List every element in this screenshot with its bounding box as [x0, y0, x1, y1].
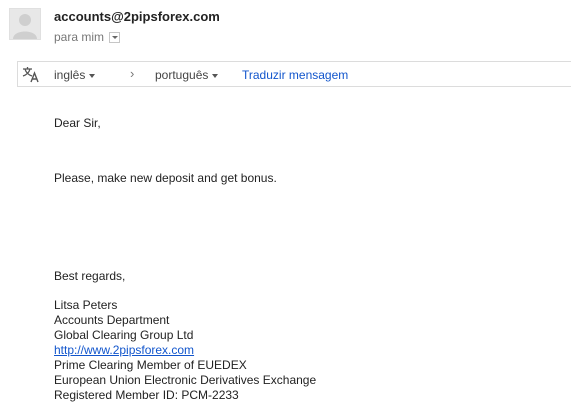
- greeting: Dear Sir,: [54, 116, 101, 130]
- signature-name: Litsa Peters: [54, 298, 118, 312]
- recipient-label: para mim: [54, 30, 105, 44]
- avatar-placeholder-icon: [13, 14, 37, 39]
- caret-down-icon: [89, 73, 96, 78]
- target-language-label: português: [155, 68, 209, 82]
- translate-icon: [22, 67, 39, 83]
- source-language-select[interactable]: inglês: [54, 68, 96, 82]
- chevron-down-icon[interactable]: [109, 31, 121, 43]
- signature-department: Accounts Department: [54, 313, 170, 327]
- caret-down-icon: [212, 73, 219, 78]
- message-body: Please, make new deposit and get bonus.: [54, 171, 277, 185]
- target-language-select[interactable]: português: [155, 68, 219, 82]
- chevron-right-icon: ›: [130, 66, 135, 81]
- signature-membership: Prime Clearing Member of EUEDEX: [54, 358, 247, 372]
- signature-company: Global Clearing Group Ltd: [54, 328, 194, 342]
- signature-member-id: Registered Member ID: PCM-2233: [54, 388, 239, 402]
- signature-block: Litsa Peters Accounts Department Global …: [54, 298, 316, 403]
- translate-message-link[interactable]: Traduzir mensagem: [242, 68, 348, 82]
- sender-avatar[interactable]: [9, 8, 41, 40]
- sender-email[interactable]: accounts@2pipsforex.com: [54, 9, 220, 24]
- source-language-label: inglês: [54, 68, 86, 82]
- closing: Best regards,: [54, 269, 126, 283]
- signature-exchange: European Union Electronic Derivatives Ex…: [54, 373, 317, 387]
- recipient-line: para mim: [54, 30, 121, 44]
- translate-bar: inglês › português Traduzir mensagem: [17, 61, 571, 87]
- signature-website-link[interactable]: http://www.2pipsforex.com: [54, 343, 194, 357]
